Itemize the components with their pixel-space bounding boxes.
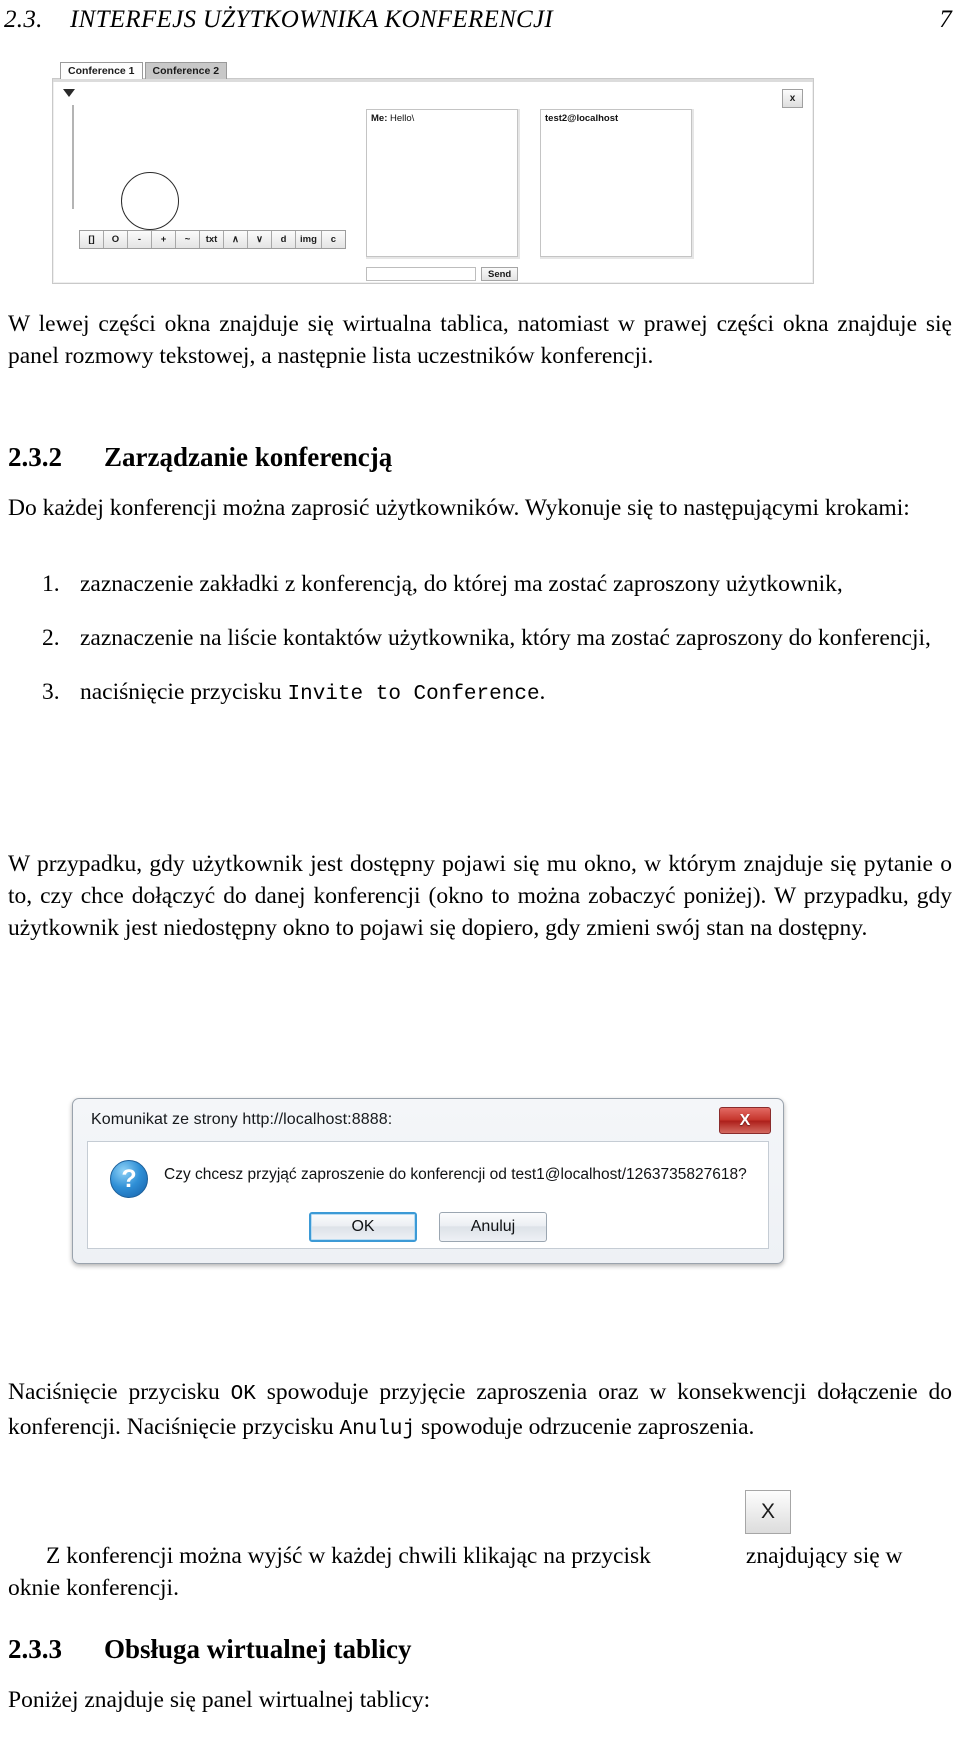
conference-window-figure: Conference 1 Conference 2 [] O - + ~ txt… <box>52 62 814 284</box>
dialog-title: Komunikat ze strony http://localhost:888… <box>91 1111 393 1128</box>
ok-paragraph-part3: spowoduje odrzucenie zaproszenia. <box>415 1414 755 1440</box>
question-icon: ? <box>110 1160 148 1198</box>
close-icon[interactable]: X <box>719 1107 771 1134</box>
tool-circle-icon[interactable]: O <box>104 231 128 248</box>
tool-down-icon[interactable]: ∨ <box>248 231 272 248</box>
conference-panel: [] O - + ~ txt ∧ ∨ d img c Me: Hello\ Se… <box>52 78 814 284</box>
tool-minus-icon[interactable]: - <box>128 231 152 248</box>
ok-button[interactable]: OK <box>309 1212 417 1242</box>
ok-code: OK <box>230 1383 256 1406</box>
tool-curve-icon[interactable]: ~ <box>176 231 200 248</box>
header-section-number: 2.3. <box>4 6 43 33</box>
section-title: Zarządzanie konferencją <box>104 442 393 472</box>
section-heading-2-3-2: 2.3.2 Zarządzanie konferencją <box>8 440 952 474</box>
section-number: 2.3.3 <box>8 1634 62 1664</box>
whiteboard-left-rule <box>72 105 74 209</box>
panel-top-divider <box>53 79 813 82</box>
list-item-number: 2. <box>42 625 60 651</box>
exit-paragraph: Z konferencji można wyjść w każdej chwil… <box>8 1540 952 1604</box>
chat-input-row: Send <box>366 267 519 281</box>
chat-log: Me: Hello\ <box>366 109 518 257</box>
invite-to-conference-code: Invite to Conference <box>287 683 540 706</box>
list-item[interactable]: test2@localhost <box>545 113 687 124</box>
chat-message-author: Me: <box>371 113 388 124</box>
whiteboard-circle-shape <box>121 172 179 230</box>
cancel-button[interactable]: Anuluj <box>439 1212 547 1242</box>
section-title: Obsługa wirtualnej tablicy <box>104 1634 412 1664</box>
tool-image-icon[interactable]: img <box>296 231 322 248</box>
conference-tabbar: Conference 1 Conference 2 <box>60 62 228 79</box>
step-suffix: . <box>539 679 546 705</box>
chat-message-text: Hello\ <box>390 113 415 124</box>
close-icon[interactable]: x <box>782 89 803 108</box>
list-item-label: naciśnięcie przycisku Invite to Conferen… <box>80 679 546 706</box>
section-number: 2.3.2 <box>8 442 62 472</box>
ok-paragraph-part1: Naciśnięcie przycisku <box>8 1379 231 1405</box>
availability-paragraph: W przypadku, gdy użytkownik jest dostępn… <box>8 851 952 941</box>
send-button[interactable]: Send <box>481 267 519 281</box>
dialog-content-panel: ? Czy chcesz przyjąć zaproszenie do konf… <box>87 1141 769 1249</box>
ok-paragraph: Naciśnięcie przycisku OK spowoduje przyj… <box>8 1376 952 1446</box>
section-heading-2-3-3: 2.3.3 Obsługa wirtualnej tablicy <box>8 1632 952 1666</box>
list-item: 3. naciśnięcie przycisku Invite to Confe… <box>8 676 952 711</box>
list-item: 1. zaznaczenie zakładki z konferencją, d… <box>8 568 952 600</box>
tool-up-icon[interactable]: ∧ <box>224 231 248 248</box>
tool-text-icon[interactable]: txt <box>200 231 224 248</box>
exit-conference-button-figure[interactable]: X <box>745 1490 791 1534</box>
tab-conference-1[interactable]: Conference 1 <box>60 62 143 79</box>
tab-conference-2[interactable]: Conference 2 <box>144 62 228 79</box>
list-item-number: 1. <box>42 571 60 597</box>
whiteboard-intro-paragraph: Poniżej znajduje się panel wirtualnej ta… <box>8 1687 431 1713</box>
chat-input[interactable] <box>366 267 476 281</box>
page-header: 2.3. INTERFEJS UŻYTKOWNIKA KONFERENCJI 7 <box>0 6 960 46</box>
participant-list: test2@localhost <box>540 109 692 257</box>
list-item-label: zaznaczenie zakładki z konferencją, do k… <box>80 571 843 597</box>
tool-rectangle-icon[interactable]: [] <box>80 231 104 248</box>
dialog-button-row: OK Anuluj <box>88 1212 768 1242</box>
list-item: 2. zaznaczenie na liście kontaktów użytk… <box>8 622 952 654</box>
page-title: INTERFEJS UŻYTKOWNIKA KONFERENCJI <box>70 6 554 33</box>
anuluj-code: Anuluj <box>339 1418 416 1441</box>
whiteboard-toolbar: [] O - + ~ txt ∧ ∨ d img c <box>79 230 346 249</box>
chevron-down-icon[interactable] <box>63 89 75 97</box>
steps-list: 1. zaznaczenie zakładki z konferencją, d… <box>8 568 952 711</box>
tool-delete-icon[interactable]: d <box>272 231 296 248</box>
step-prefix: naciśnięcie przycisku <box>80 679 288 705</box>
manage-intro-paragraph: Do każdej konferencji można zaprosić uży… <box>8 495 910 521</box>
page-number: 7 <box>939 6 952 33</box>
intro-paragraph: W lewej części okna znajduje się wirtual… <box>8 311 952 369</box>
chat-message: Me: Hello\ <box>371 113 513 124</box>
tool-clear-icon[interactable]: c <box>321 231 345 248</box>
tool-plus-icon[interactable]: + <box>152 231 176 248</box>
list-item-label: zaznaczenie na liście kontaktów użytkown… <box>80 625 931 651</box>
exit-paragraph-part1: Z konferencji można wyjść w każdej chwil… <box>46 1543 651 1569</box>
dialog-message: Czy chcesz przyjąć zaproszenie do konfer… <box>164 1166 747 1183</box>
list-item-number: 3. <box>42 679 60 705</box>
invitation-dialog-figure: Komunikat ze strony http://localhost:888… <box>72 1098 784 1264</box>
